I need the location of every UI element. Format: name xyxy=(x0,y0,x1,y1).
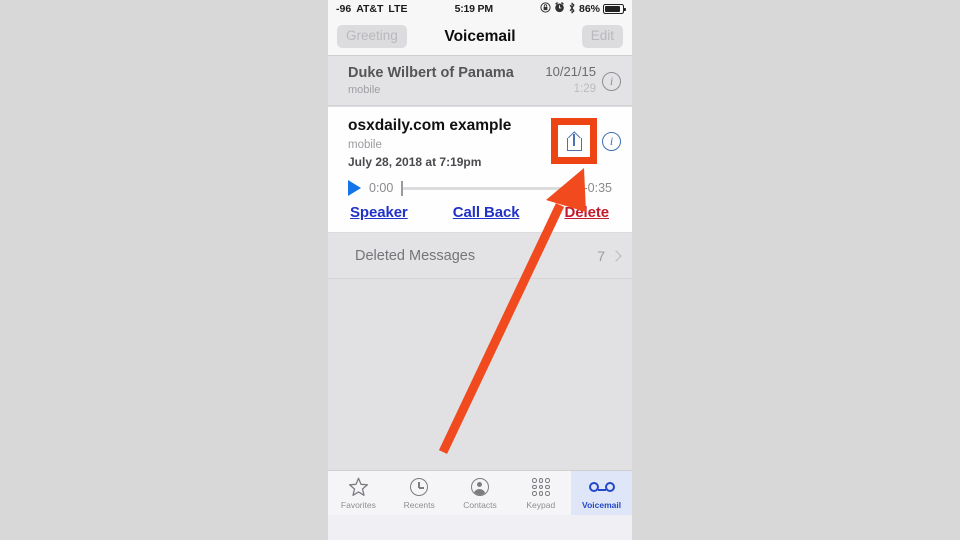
expanded-voicemail-icons: i xyxy=(551,118,621,165)
voicemail-caller-name: Duke Wilbert of Panama xyxy=(348,65,514,81)
tab-recents[interactable]: Recents xyxy=(389,471,450,515)
expanded-caller-label: mobile xyxy=(348,138,382,151)
network-type-label: LTE xyxy=(388,3,408,15)
signal-strength-label: -96 xyxy=(336,3,352,15)
carrier-label: AT&T xyxy=(356,3,384,15)
expanded-voicemail-card: osxdaily.com example mobile July 28, 201… xyxy=(328,106,632,234)
speaker-button[interactable]: Speaker xyxy=(350,204,408,221)
chevron-right-icon xyxy=(610,249,622,262)
expanded-timestamp: July 28, 2018 at 7:19pm xyxy=(348,155,482,170)
voicemail-row-text: Duke Wilbert of Panama mobile xyxy=(348,64,545,97)
tab-contacts[interactable]: Contacts xyxy=(450,471,511,515)
deleted-messages-row[interactable]: Deleted Messages 7 xyxy=(328,233,632,280)
player-remaining-time: -0:35 xyxy=(583,181,613,196)
share-icon[interactable] xyxy=(566,131,582,151)
greeting-button[interactable]: Greeting xyxy=(337,25,407,48)
tab-voicemail[interactable]: Voicemail xyxy=(571,471,632,516)
star-icon xyxy=(348,477,369,498)
deleted-messages-label: Deleted Messages xyxy=(355,247,476,264)
voicemail-caller-label: mobile xyxy=(348,84,381,97)
voicemail-row[interactable]: Duke Wilbert of Panama mobile 10/21/15 1… xyxy=(328,56,632,107)
phone-screen: -96 AT&T LTE 5:19 PM 86% Greeting Voicem… xyxy=(328,0,632,540)
page-background: -96 AT&T LTE 5:19 PM 86% Greeting Voicem… xyxy=(0,0,960,540)
status-bar-left: -96 AT&T LTE xyxy=(336,3,407,15)
audio-player: 0:00 -0:35 xyxy=(348,171,621,203)
scrubber-handle[interactable] xyxy=(401,180,404,196)
status-bar: -96 AT&T LTE 5:19 PM 86% xyxy=(328,0,632,18)
keypad-icon xyxy=(532,477,550,498)
player-scrubber[interactable] xyxy=(401,180,576,196)
status-bar-right: 86% xyxy=(540,2,626,17)
battery-percent-label: 86% xyxy=(578,3,600,15)
expanded-caller-name: osxdaily.com example xyxy=(348,117,512,135)
tab-label: Keypad xyxy=(526,499,556,510)
info-icon[interactable]: i xyxy=(602,71,621,91)
player-current-time: 0:00 xyxy=(369,181,394,196)
clock-icon xyxy=(410,477,429,498)
voicemail-duration: 1:29 xyxy=(573,82,596,95)
expanded-voicemail-header: osxdaily.com example mobile July 28, 201… xyxy=(348,117,621,171)
bluetooth-icon xyxy=(568,2,576,17)
tab-label: Recents xyxy=(403,499,435,510)
voicemail-row-meta: 10/21/15 1:29 xyxy=(545,64,596,98)
tab-label: Favorites xyxy=(340,499,376,510)
alarm-icon xyxy=(554,2,565,16)
delete-button[interactable]: Delete xyxy=(565,204,610,221)
call-back-button[interactable]: Call Back xyxy=(453,204,520,221)
tab-favorites[interactable]: Favorites xyxy=(328,471,389,515)
tab-label: Voicemail xyxy=(582,499,622,510)
tab-bar: Favorites Recents Contacts Keypad Voicem… xyxy=(328,470,632,516)
edit-button[interactable]: Edit xyxy=(581,25,623,48)
voicemail-icon xyxy=(588,477,615,498)
play-icon[interactable] xyxy=(348,180,361,197)
share-button-highlight xyxy=(551,118,597,165)
battery-icon xyxy=(603,4,626,14)
rotation-lock-icon xyxy=(540,2,551,16)
person-icon xyxy=(470,477,489,498)
info-icon[interactable]: i xyxy=(602,131,621,151)
status-bar-clock: 5:19 PM xyxy=(454,3,493,15)
voicemail-actions: Speaker Call Back Delete xyxy=(348,203,621,232)
tab-label: Contacts xyxy=(463,499,497,510)
deleted-messages-count: 7 xyxy=(597,247,605,264)
list-empty-area xyxy=(328,279,632,471)
expanded-voicemail-text: osxdaily.com example mobile July 28, 201… xyxy=(348,117,551,171)
voicemail-date: 10/21/15 xyxy=(545,64,596,79)
navigation-bar: Greeting Voicemail Edit xyxy=(328,18,632,56)
tab-keypad[interactable]: Keypad xyxy=(510,471,571,515)
